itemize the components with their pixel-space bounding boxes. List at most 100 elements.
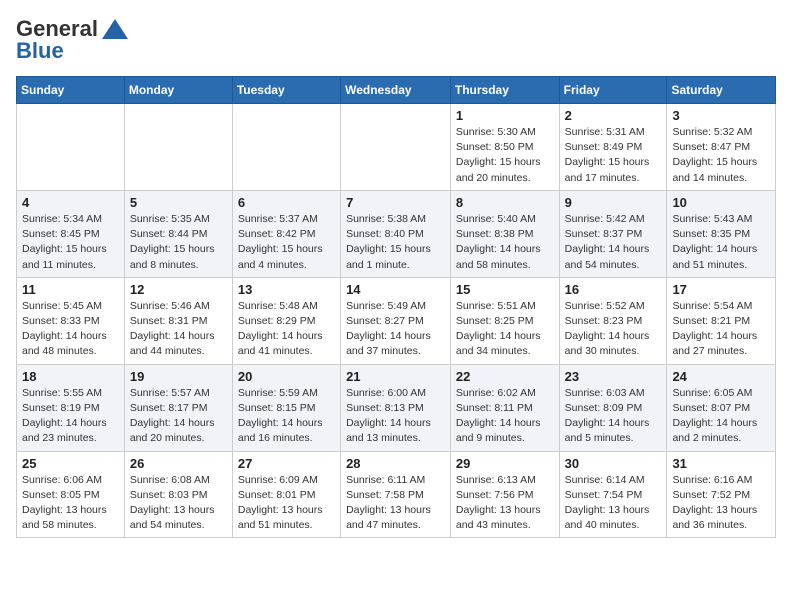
calendar-cell: 28 Sunrise: 6:11 AM Sunset: 7:58 PM Dayli… (341, 451, 451, 538)
day-info: Sunrise: 6:08 AM Sunset: 8:03 PM Dayligh… (130, 473, 227, 534)
calendar-cell: 17 Sunrise: 5:54 AM Sunset: 8:21 PM Dayli… (667, 277, 776, 364)
calendar-cell: 26 Sunrise: 6:08 AM Sunset: 8:03 PM Dayli… (124, 451, 232, 538)
day-number: 26 (130, 456, 227, 471)
weekday-header-row: SundayMondayTuesdayWednesdayThursdayFrid… (17, 77, 776, 104)
calendar-week-2: 4 Sunrise: 5:34 AM Sunset: 8:45 PM Daylig… (17, 190, 776, 277)
calendar-cell: 27 Sunrise: 6:09 AM Sunset: 8:01 PM Dayli… (232, 451, 340, 538)
day-info: Sunrise: 6:09 AM Sunset: 8:01 PM Dayligh… (238, 473, 335, 534)
calendar-week-4: 18 Sunrise: 5:55 AM Sunset: 8:19 PM Dayli… (17, 364, 776, 451)
calendar-cell: 5 Sunrise: 5:35 AM Sunset: 8:44 PM Daylig… (124, 190, 232, 277)
calendar-cell (124, 104, 232, 191)
day-info: Sunrise: 6:11 AM Sunset: 7:58 PM Dayligh… (346, 473, 445, 534)
day-number: 25 (22, 456, 119, 471)
calendar-cell: 22 Sunrise: 6:02 AM Sunset: 8:11 PM Dayli… (450, 364, 559, 451)
day-info: Sunrise: 5:32 AM Sunset: 8:47 PM Dayligh… (672, 125, 770, 186)
calendar-cell: 11 Sunrise: 5:45 AM Sunset: 8:33 PM Dayli… (17, 277, 125, 364)
day-info: Sunrise: 6:16 AM Sunset: 7:52 PM Dayligh… (672, 473, 770, 534)
calendar-cell: 18 Sunrise: 5:55 AM Sunset: 8:19 PM Dayli… (17, 364, 125, 451)
day-info: Sunrise: 6:02 AM Sunset: 8:11 PM Dayligh… (456, 386, 554, 447)
day-info: Sunrise: 5:55 AM Sunset: 8:19 PM Dayligh… (22, 386, 119, 447)
day-info: Sunrise: 5:54 AM Sunset: 8:21 PM Dayligh… (672, 299, 770, 360)
day-number: 5 (130, 195, 227, 210)
day-number: 24 (672, 369, 770, 384)
calendar-cell: 10Sunrise: 5:43 AM Sunset: 8:35 PM Dayli… (667, 190, 776, 277)
day-number: 11 (22, 282, 119, 297)
day-number: 29 (456, 456, 554, 471)
day-info: Sunrise: 5:49 AM Sunset: 8:27 PM Dayligh… (346, 299, 445, 360)
calendar-cell: 14 Sunrise: 5:49 AM Sunset: 8:27 PM Dayli… (341, 277, 451, 364)
day-number: 31 (672, 456, 770, 471)
weekday-header-wednesday: Wednesday (341, 77, 451, 104)
calendar-cell: 13Sunrise: 5:48 AM Sunset: 8:29 PM Dayli… (232, 277, 340, 364)
calendar-cell: 3 Sunrise: 5:32 AM Sunset: 8:47 PM Daylig… (667, 104, 776, 191)
logo-blue: Blue (16, 38, 64, 64)
day-number: 27 (238, 456, 335, 471)
calendar-cell: 1 Sunrise: 5:30 AM Sunset: 8:50 PM Daylig… (450, 104, 559, 191)
weekday-header-thursday: Thursday (450, 77, 559, 104)
calendar-cell: 30 Sunrise: 6:14 AM Sunset: 7:54 PM Dayli… (559, 451, 667, 538)
day-number: 3 (672, 108, 770, 123)
day-info: Sunrise: 6:13 AM Sunset: 7:56 PM Dayligh… (456, 473, 554, 534)
calendar-cell: 16Sunrise: 5:52 AM Sunset: 8:23 PM Dayli… (559, 277, 667, 364)
calendar-table: SundayMondayTuesdayWednesdayThursdayFrid… (16, 76, 776, 538)
day-number: 22 (456, 369, 554, 384)
calendar-cell: 9 Sunrise: 5:42 AM Sunset: 8:37 PM Daylig… (559, 190, 667, 277)
day-number: 30 (565, 456, 662, 471)
day-number: 23 (565, 369, 662, 384)
day-info: Sunrise: 5:45 AM Sunset: 8:33 PM Dayligh… (22, 299, 119, 360)
calendar-cell (17, 104, 125, 191)
day-number: 21 (346, 369, 445, 384)
weekday-header-monday: Monday (124, 77, 232, 104)
day-number: 6 (238, 195, 335, 210)
day-info: Sunrise: 6:00 AM Sunset: 8:13 PM Dayligh… (346, 386, 445, 447)
calendar-cell (232, 104, 340, 191)
calendar-cell: 6 Sunrise: 5:37 AM Sunset: 8:42 PM Daylig… (232, 190, 340, 277)
calendar-cell: 7 Sunrise: 5:38 AM Sunset: 8:40 PM Daylig… (341, 190, 451, 277)
day-info: Sunrise: 6:05 AM Sunset: 8:07 PM Dayligh… (672, 386, 770, 447)
day-number: 4 (22, 195, 119, 210)
day-number: 16 (565, 282, 662, 297)
weekday-header-tuesday: Tuesday (232, 77, 340, 104)
calendar-cell: 24 Sunrise: 6:05 AM Sunset: 8:07 PM Dayli… (667, 364, 776, 451)
calendar-cell (341, 104, 451, 191)
calendar-cell: 23 Sunrise: 6:03 AM Sunset: 8:09 PM Dayli… (559, 364, 667, 451)
day-info: Sunrise: 6:06 AM Sunset: 8:05 PM Dayligh… (22, 473, 119, 534)
weekday-header-friday: Friday (559, 77, 667, 104)
day-info: Sunrise: 5:57 AM Sunset: 8:17 PM Dayligh… (130, 386, 227, 447)
day-number: 10 (672, 195, 770, 210)
weekday-header-saturday: Saturday (667, 77, 776, 104)
day-info: Sunrise: 5:38 AM Sunset: 8:40 PM Dayligh… (346, 212, 445, 273)
day-number: 17 (672, 282, 770, 297)
calendar-cell: 4 Sunrise: 5:34 AM Sunset: 8:45 PM Daylig… (17, 190, 125, 277)
page-header: General Blue (16, 16, 776, 64)
day-number: 1 (456, 108, 554, 123)
day-number: 8 (456, 195, 554, 210)
day-info: Sunrise: 6:03 AM Sunset: 8:09 PM Dayligh… (565, 386, 662, 447)
calendar-week-5: 25 Sunrise: 6:06 AM Sunset: 8:05 PM Dayli… (17, 451, 776, 538)
day-number: 9 (565, 195, 662, 210)
calendar-cell: 2Sunrise: 5:31 AM Sunset: 8:49 PM Daylig… (559, 104, 667, 191)
day-number: 12 (130, 282, 227, 297)
calendar-cell: 31 Sunrise: 6:16 AM Sunset: 7:52 PM Dayli… (667, 451, 776, 538)
day-info: Sunrise: 5:42 AM Sunset: 8:37 PM Dayligh… (565, 212, 662, 273)
day-number: 2 (565, 108, 662, 123)
day-number: 28 (346, 456, 445, 471)
day-number: 7 (346, 195, 445, 210)
day-number: 13 (238, 282, 335, 297)
day-info: Sunrise: 5:37 AM Sunset: 8:42 PM Dayligh… (238, 212, 335, 273)
day-number: 20 (238, 369, 335, 384)
day-info: Sunrise: 5:35 AM Sunset: 8:44 PM Dayligh… (130, 212, 227, 273)
day-info: Sunrise: 5:34 AM Sunset: 8:45 PM Dayligh… (22, 212, 119, 273)
day-info: Sunrise: 5:30 AM Sunset: 8:50 PM Dayligh… (456, 125, 554, 186)
calendar-week-3: 11 Sunrise: 5:45 AM Sunset: 8:33 PM Dayli… (17, 277, 776, 364)
calendar-cell: 20Sunrise: 5:59 AM Sunset: 8:15 PM Dayli… (232, 364, 340, 451)
logo-triangle-icon (101, 18, 129, 40)
day-number: 18 (22, 369, 119, 384)
day-info: Sunrise: 5:51 AM Sunset: 8:25 PM Dayligh… (456, 299, 554, 360)
calendar-cell: 12Sunrise: 5:46 AM Sunset: 8:31 PM Dayli… (124, 277, 232, 364)
day-number: 14 (346, 282, 445, 297)
day-number: 15 (456, 282, 554, 297)
calendar-cell: 8Sunrise: 5:40 AM Sunset: 8:38 PM Daylig… (450, 190, 559, 277)
calendar-cell: 29 Sunrise: 6:13 AM Sunset: 7:56 PM Dayli… (450, 451, 559, 538)
day-info: Sunrise: 6:14 AM Sunset: 7:54 PM Dayligh… (565, 473, 662, 534)
